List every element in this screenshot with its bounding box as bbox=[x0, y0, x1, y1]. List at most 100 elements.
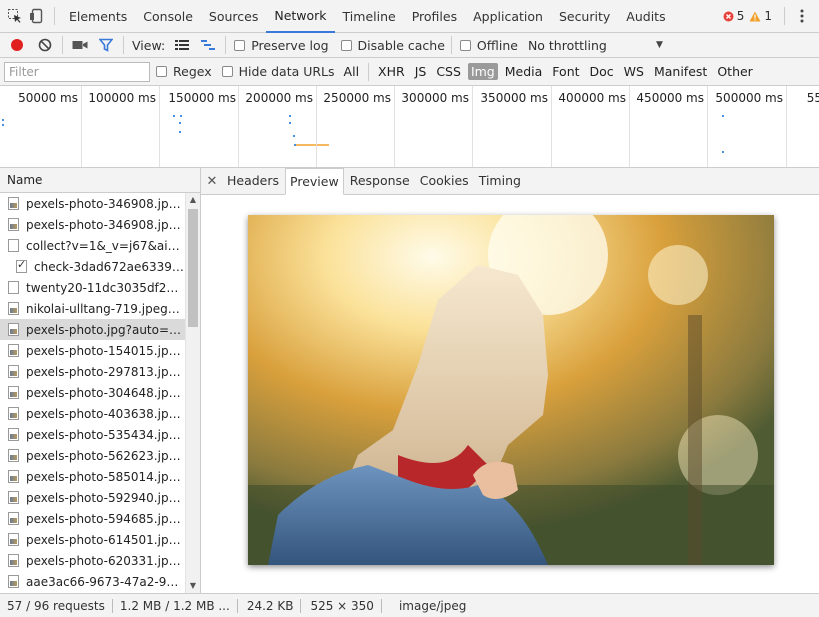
image-file-icon bbox=[8, 491, 19, 504]
request-name: pexels-photo-594685.jpeg?a... bbox=[26, 511, 184, 526]
request-name: aae3ac66-9673-47a2-9dff-4... bbox=[26, 574, 184, 589]
filter-input[interactable] bbox=[4, 61, 150, 82]
detail-tab-response[interactable]: Response bbox=[346, 167, 414, 193]
request-name: pexels-photo-297813.jpeg?a... bbox=[26, 364, 184, 379]
clear-icon[interactable] bbox=[34, 34, 56, 56]
tab-application[interactable]: Application bbox=[465, 0, 551, 33]
transfer-size: 1.2 MB / 1.2 MB ... bbox=[119, 598, 230, 613]
request-row[interactable]: pexels-photo-346908.jpeg?a... bbox=[0, 193, 185, 214]
request-row[interactable]: pexels-photo.jpg?auto=co... bbox=[0, 319, 185, 340]
filter-type-xhr[interactable]: XHR bbox=[375, 63, 408, 80]
regex-checkbox[interactable]: Regex bbox=[156, 64, 212, 79]
request-row[interactable]: pexels-photo-297813.jpeg?a... bbox=[0, 361, 185, 382]
request-row[interactable]: pexels-photo-154015.jpeg?a... bbox=[0, 340, 185, 361]
offline-checkbox[interactable]: Offline bbox=[459, 38, 518, 53]
checkbox-box[interactable] bbox=[156, 66, 167, 77]
request-row[interactable]: collect?v=1&_v=j67&aip=1... bbox=[0, 235, 185, 256]
tab-audits[interactable]: Audits bbox=[618, 0, 673, 33]
toolbar-divider bbox=[450, 36, 452, 54]
filter-icon[interactable] bbox=[95, 34, 117, 56]
throttling-select[interactable]: No throttling ▼ bbox=[528, 38, 663, 53]
filter-type-js[interactable]: JS bbox=[412, 63, 430, 80]
image-file-icon bbox=[8, 302, 19, 315]
preserve-log-label: Preserve log bbox=[251, 37, 329, 53]
checkbox-box[interactable] bbox=[459, 39, 471, 51]
overview-request-mark bbox=[180, 115, 182, 117]
request-row[interactable]: pexels-photo-403638.jpeg?a... bbox=[0, 403, 185, 424]
overview-request-mark bbox=[173, 115, 175, 117]
tab-profiles[interactable]: Profiles bbox=[404, 0, 465, 33]
filter-type-all[interactable]: All bbox=[341, 63, 363, 80]
tab-sources[interactable]: Sources bbox=[201, 0, 266, 33]
filter-type-img[interactable]: Img bbox=[467, 63, 498, 80]
scrollbar-thumb[interactable] bbox=[188, 209, 198, 327]
checkbox-box[interactable] bbox=[234, 39, 246, 51]
request-row[interactable]: pexels-photo-614501.jpeg?a... bbox=[0, 529, 185, 550]
filter-type-media[interactable]: Media bbox=[502, 63, 546, 80]
detail-tab-preview[interactable]: Preview bbox=[285, 168, 344, 195]
disable-cache-checkbox[interactable]: Disable cache bbox=[340, 38, 445, 53]
tab-security[interactable]: Security bbox=[551, 0, 618, 33]
tab-network[interactable]: Network bbox=[266, 0, 335, 33]
request-row[interactable]: pexels-photo-620331.jpeg?a... bbox=[0, 550, 185, 571]
request-list-scrollbar[interactable]: ▲ ▼ bbox=[185, 193, 200, 593]
more-menu-icon[interactable] bbox=[791, 5, 813, 27]
checkbox-box[interactable] bbox=[221, 66, 233, 77]
tab-elements[interactable]: Elements bbox=[61, 0, 135, 33]
image-file-icon bbox=[8, 197, 19, 210]
checkbox-box[interactable] bbox=[340, 39, 352, 51]
request-row[interactable]: check-3dad672ae6339d0e75... bbox=[0, 256, 185, 277]
overview-tick-label: 150000 ms bbox=[168, 91, 236, 105]
preview-photo bbox=[248, 215, 774, 565]
detail-tab-headers[interactable]: Headers bbox=[223, 167, 283, 193]
overview-gridline bbox=[629, 86, 630, 167]
request-row[interactable]: pexels-photo-304648.jpeg?a... bbox=[0, 382, 185, 403]
close-icon[interactable]: ✕ bbox=[201, 174, 223, 189]
image-file-icon bbox=[8, 386, 19, 399]
request-row[interactable]: pexels-photo-562623.jpeg?a... bbox=[0, 445, 185, 466]
request-row[interactable]: nikolai-ulltang-719.jpeg?w=... bbox=[0, 298, 185, 319]
request-row[interactable]: pexels-photo-535434.jpeg?a... bbox=[0, 424, 185, 445]
status-divider bbox=[380, 598, 382, 613]
filter-type-manifest[interactable]: Manifest bbox=[651, 63, 710, 80]
request-row[interactable]: twenty20-11dc3035df292b0f... bbox=[0, 277, 185, 298]
tab-console[interactable]: Console bbox=[135, 0, 201, 33]
name-column-header[interactable]: Name bbox=[0, 168, 200, 193]
filter-type-doc[interactable]: Doc bbox=[587, 63, 617, 80]
request-row[interactable]: pexels-photo-585014.jpeg?a... bbox=[0, 466, 185, 487]
filter-type-other[interactable]: Other bbox=[714, 63, 756, 80]
capture-screenshots-icon[interactable] bbox=[69, 34, 91, 56]
name-header-label: Name bbox=[7, 173, 43, 187]
waterfall-icon[interactable] bbox=[197, 34, 219, 56]
filter-type-font[interactable]: Font bbox=[549, 63, 582, 80]
request-name: nikolai-ulltang-719.jpeg?w=... bbox=[26, 301, 184, 316]
inspect-element-icon[interactable] bbox=[4, 5, 26, 27]
record-icon[interactable] bbox=[6, 34, 28, 56]
overview-request-mark bbox=[289, 122, 291, 124]
overview-gridline bbox=[238, 86, 239, 167]
error-count: 5 bbox=[736, 9, 745, 23]
scroll-down-arrow[interactable]: ▼ bbox=[186, 579, 200, 593]
scroll-up-arrow[interactable]: ▲ bbox=[186, 193, 200, 207]
request-name: collect?v=1&_v=j67&aip=1... bbox=[26, 238, 184, 253]
error-counter[interactable]: 5 bbox=[723, 9, 750, 23]
toolbar-divider bbox=[62, 36, 63, 54]
tab-timeline[interactable]: Timeline bbox=[335, 0, 404, 33]
request-row[interactable]: pexels-photo-346908.jpeg?a... bbox=[0, 214, 185, 235]
throttling-value: No throttling bbox=[527, 37, 607, 53]
filter-type-css[interactable]: CSS bbox=[433, 63, 464, 80]
detail-tab-timing[interactable]: Timing bbox=[475, 167, 525, 193]
device-toolbar-icon[interactable] bbox=[26, 5, 48, 27]
warning-counter[interactable]: 1 bbox=[749, 9, 778, 23]
large-rows-icon[interactable] bbox=[171, 34, 193, 56]
timeline-overview[interactable]: 50000 ms 100000 ms 150000 ms 200000 ms 25000… bbox=[0, 86, 819, 168]
hide-data-urls-checkbox[interactable]: Hide data URLs bbox=[221, 64, 335, 79]
request-row[interactable]: pexels-photo-594685.jpeg?a... bbox=[0, 508, 185, 529]
preserve-log-checkbox[interactable]: Preserve log bbox=[234, 37, 329, 53]
view-label: View: bbox=[132, 37, 166, 53]
filter-type-ws[interactable]: WS bbox=[621, 63, 647, 80]
request-row[interactable]: pexels-photo-592940.jpeg?a... bbox=[0, 487, 185, 508]
request-name: pexels-photo-304648.jpeg?a... bbox=[26, 385, 184, 400]
request-row[interactable]: aae3ac66-9673-47a2-9dff-4... bbox=[0, 571, 185, 592]
detail-tab-cookies[interactable]: Cookies bbox=[416, 167, 473, 193]
